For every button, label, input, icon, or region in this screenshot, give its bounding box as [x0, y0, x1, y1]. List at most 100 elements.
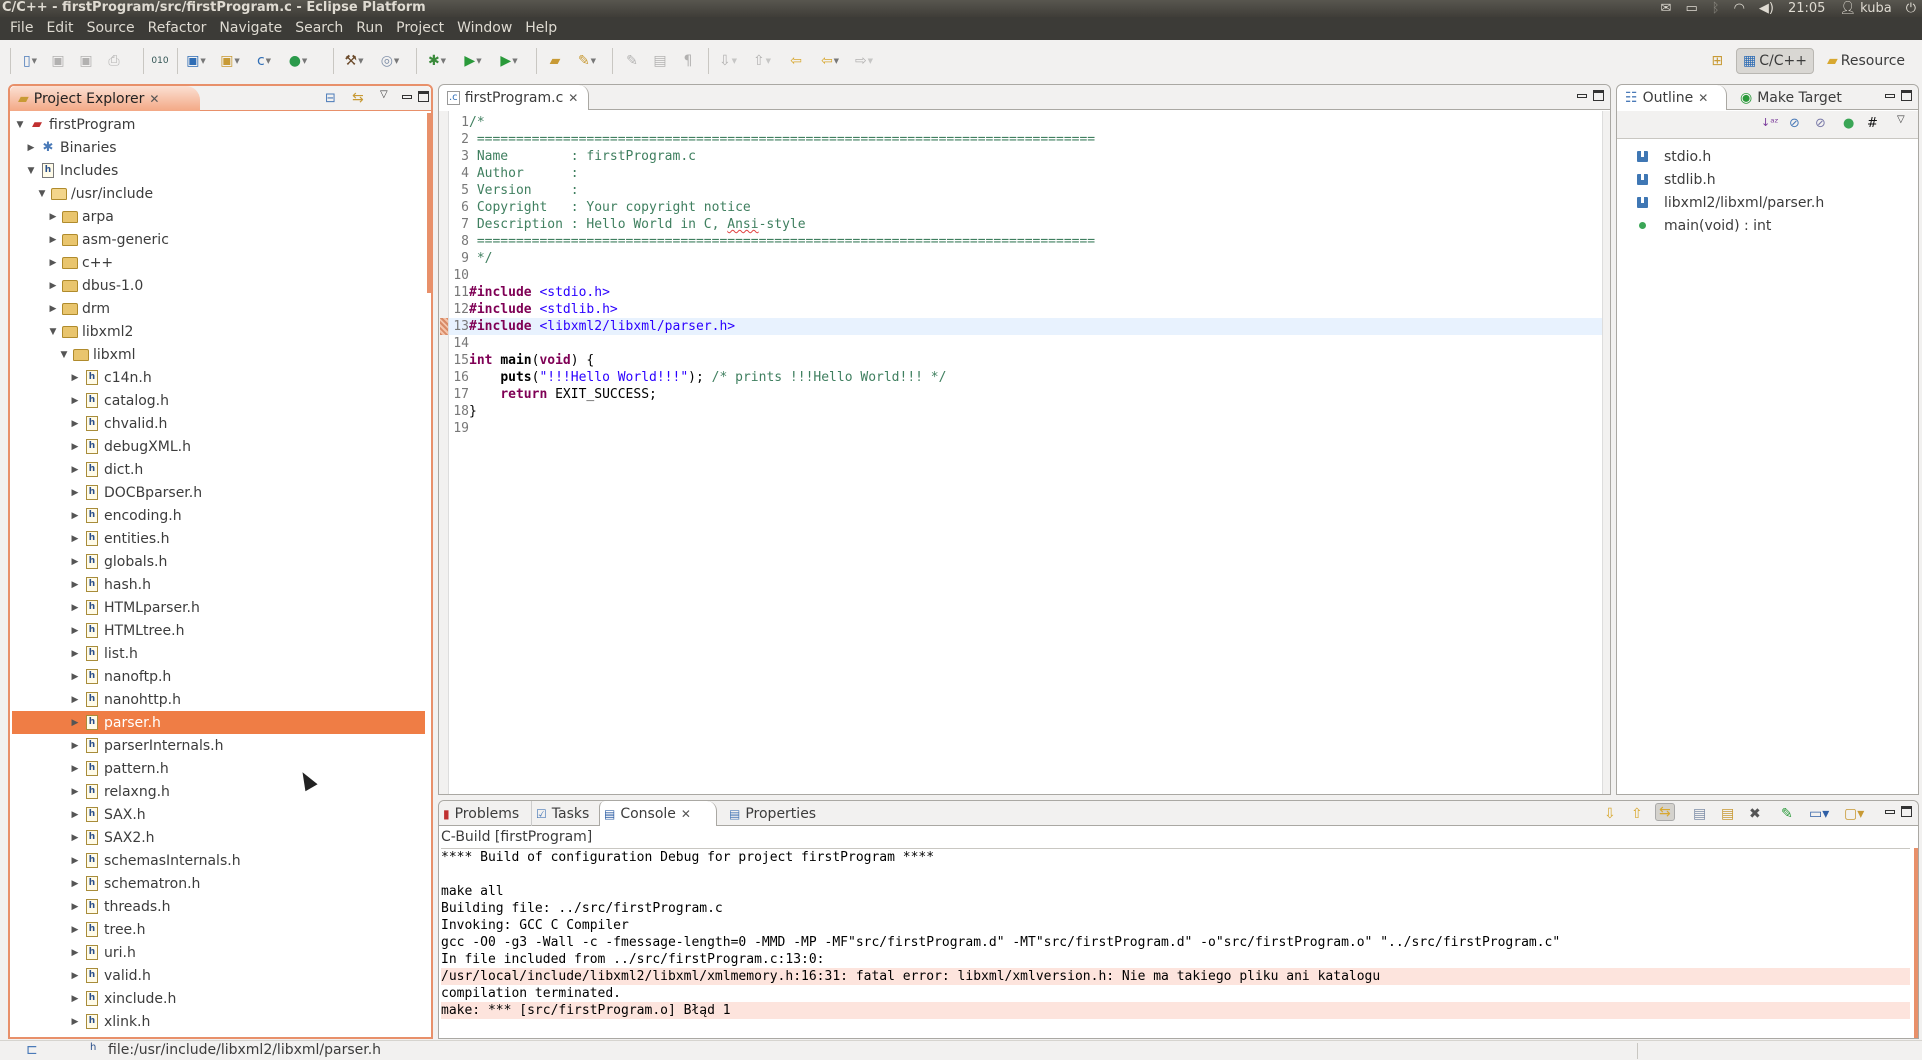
- tree-item[interactable]: ▶ drm: [12, 297, 425, 320]
- tree-item[interactable]: ▶ h debugXML.h: [12, 435, 425, 458]
- tree-item[interactable]: ▶ asm-generic: [12, 228, 425, 251]
- volume-icon[interactable]: ◀): [1759, 1, 1774, 16]
- tree-item[interactable]: ▶ h parserInternals.h: [12, 734, 425, 757]
- code-line[interactable]: 9 */: [449, 250, 1602, 267]
- tree-item[interactable]: ▶ h schematron.h: [12, 872, 425, 895]
- tree-item[interactable]: ▶ h nanoftp.h: [12, 665, 425, 688]
- wifi-icon[interactable]: ◠: [1734, 1, 1745, 16]
- menu-refactor[interactable]: Refactor: [141, 17, 213, 40]
- collapsed-twisty-icon[interactable]: ▶: [69, 603, 81, 613]
- collapsed-twisty-icon[interactable]: ▶: [69, 810, 81, 820]
- hide-non-public-icon[interactable]: ●: [1843, 116, 1854, 131]
- tree-item[interactable]: ▶ c++: [12, 251, 425, 274]
- menu-file[interactable]: File: [3, 17, 39, 40]
- tree-item[interactable]: ▶ h SAX2.h: [12, 826, 425, 849]
- tab-project-explorer[interactable]: ▰ Project Explorer ✕: [10, 86, 200, 111]
- collapsed-twisty-icon[interactable]: ▶: [69, 649, 81, 659]
- tree-item[interactable]: ▼ libxml2: [12, 320, 425, 343]
- code-line[interactable]: 16 puts("!!!Hello World!!!"); /* prints …: [449, 369, 1602, 386]
- collapsed-twisty-icon[interactable]: ▶: [69, 626, 81, 636]
- tree-item[interactable]: ▶ h entities.h: [12, 527, 425, 550]
- new-source-folder-button[interactable]: ▣ ▼: [218, 50, 242, 72]
- outline-item[interactable]: stdio.h: [1637, 145, 1711, 168]
- collapsed-twisty-icon[interactable]: ▶: [69, 557, 81, 567]
- code-line[interactable]: 5 Version :: [449, 182, 1602, 199]
- close-icon[interactable]: ✕: [681, 807, 691, 821]
- hide-fields-icon[interactable]: ⊘: [1789, 116, 1800, 131]
- tree-item[interactable]: ▶ arpa: [12, 205, 425, 228]
- code-line[interactable]: 12#include <stdlib.h>: [449, 301, 1602, 318]
- menu-window[interactable]: Window: [450, 17, 518, 40]
- fast-view-icon[interactable]: ⊏: [26, 1042, 38, 1058]
- code-line[interactable]: 3 Name : firstProgram.c: [449, 148, 1602, 165]
- power-icon[interactable]: ⏻: [1906, 1, 1916, 16]
- tree-item[interactable]: ▶ h encoding.h: [12, 504, 425, 527]
- expanded-twisty-icon[interactable]: ▼: [58, 350, 70, 360]
- tab-problems[interactable]: ▮ Problems: [439, 801, 523, 826]
- tree-item[interactable]: ▶ h schemasInternals.h: [12, 849, 425, 872]
- bluetooth-icon[interactable]: ᛒ: [1712, 1, 1720, 16]
- tree-item[interactable]: ▶ h c14n.h: [12, 366, 425, 389]
- tree-item[interactable]: ▶ h list.h: [12, 642, 425, 665]
- search-button[interactable]: ✎ ▼: [575, 50, 599, 72]
- new-c-project-button[interactable]: ▣ ▼: [184, 50, 208, 72]
- collapsed-twisty-icon[interactable]: ▶: [69, 833, 81, 843]
- outline-item[interactable]: main(void) : int: [1637, 214, 1771, 237]
- code-line[interactable]: 19: [449, 420, 1602, 437]
- open-perspective-button[interactable]: ⊞: [1704, 48, 1730, 74]
- collapsed-twisty-icon[interactable]: ▶: [69, 695, 81, 705]
- tree-item[interactable]: ▶ h globals.h: [12, 550, 425, 573]
- view-menu-icon[interactable]: ▽: [1897, 114, 1905, 125]
- close-icon[interactable]: ✕: [568, 91, 578, 105]
- maximize-icon[interactable]: [1901, 90, 1912, 101]
- collapsed-twisty-icon[interactable]: ▶: [69, 1017, 81, 1027]
- hide-static-icon[interactable]: ⊘: [1815, 116, 1826, 131]
- tree-item[interactable]: ▶ ✱ Binaries: [12, 136, 425, 159]
- view-menu-icon[interactable]: ▽: [380, 89, 388, 100]
- code-line[interactable]: 11#include <stdio.h>: [449, 284, 1602, 301]
- minimize-icon[interactable]: [1885, 809, 1895, 814]
- menu-search[interactable]: Search: [288, 17, 349, 40]
- code-editor[interactable]: 1/* 2 ===================================…: [439, 111, 1602, 794]
- tree-item[interactable]: ▼ /usr/include: [12, 182, 425, 205]
- code-line[interactable]: 15int main(void) {: [449, 352, 1602, 369]
- code-line[interactable]: 1/*: [449, 114, 1602, 131]
- tree-item[interactable]: ▶ h nanohttp.h: [12, 688, 425, 711]
- run-button[interactable]: ▶ ▼: [461, 50, 485, 72]
- pin-console-icon[interactable]: ▤: [1721, 806, 1734, 822]
- code-line[interactable]: 7 Description : Hello World in C, Ansi-s…: [449, 216, 1602, 233]
- tree-item[interactable]: ▶ h relaxng.h: [12, 780, 425, 803]
- save-all-button[interactable]: ▣: [74, 50, 98, 72]
- collapsed-twisty-icon[interactable]: ▶: [69, 856, 81, 866]
- collapsed-twisty-icon[interactable]: ▶: [69, 718, 81, 728]
- last-edit-location-button[interactable]: ⇦: [784, 50, 808, 72]
- new-button[interactable]: ▯ ▼: [18, 50, 42, 72]
- minimize-icon[interactable]: [402, 94, 412, 99]
- clear-console-icon[interactable]: ▤: [1693, 806, 1706, 822]
- previous-annotation-button[interactable]: ⇧ ▼: [750, 50, 774, 72]
- console-output[interactable]: **** Build of configuration Debug for pr…: [441, 848, 1910, 1038]
- maximize-icon[interactable]: [418, 91, 429, 102]
- collapsed-twisty-icon[interactable]: ▶: [69, 925, 81, 935]
- tree-item[interactable]: ▶ h threads.h: [12, 895, 425, 918]
- minimize-icon[interactable]: [1885, 93, 1895, 98]
- collapsed-twisty-icon[interactable]: ▶: [69, 511, 81, 521]
- menu-run[interactable]: Run: [349, 17, 389, 40]
- link-with-editor-icon[interactable]: ⇆: [352, 90, 364, 106]
- open-console-icon[interactable]: ✎: [1781, 806, 1793, 822]
- console-scrollbar[interactable]: [1914, 848, 1918, 1038]
- tree-item[interactable]: ▶ h catalog.h: [12, 389, 425, 412]
- perspective-cpp[interactable]: ▦ C/C++: [1736, 48, 1815, 74]
- code-line[interactable]: 2 ======================================…: [449, 131, 1602, 148]
- toggle-mark-occurrences-button[interactable]: ✎: [620, 50, 644, 72]
- collapsed-twisty-icon[interactable]: ▶: [69, 741, 81, 751]
- collapsed-twisty-icon[interactable]: ▶: [69, 580, 81, 590]
- collapsed-twisty-icon[interactable]: ▶: [69, 764, 81, 774]
- tree-item[interactable]: ▼ h Includes: [12, 159, 425, 182]
- editor-overview-ruler[interactable]: [1602, 111, 1610, 794]
- tree-item[interactable]: ▶ h HTMLparser.h: [12, 596, 425, 619]
- collapsed-twisty-icon[interactable]: ▶: [69, 534, 81, 544]
- new-source-file-button[interactable]: c ▼: [252, 50, 276, 72]
- menu-edit[interactable]: Edit: [39, 17, 79, 40]
- code-line[interactable]: 10: [449, 267, 1602, 284]
